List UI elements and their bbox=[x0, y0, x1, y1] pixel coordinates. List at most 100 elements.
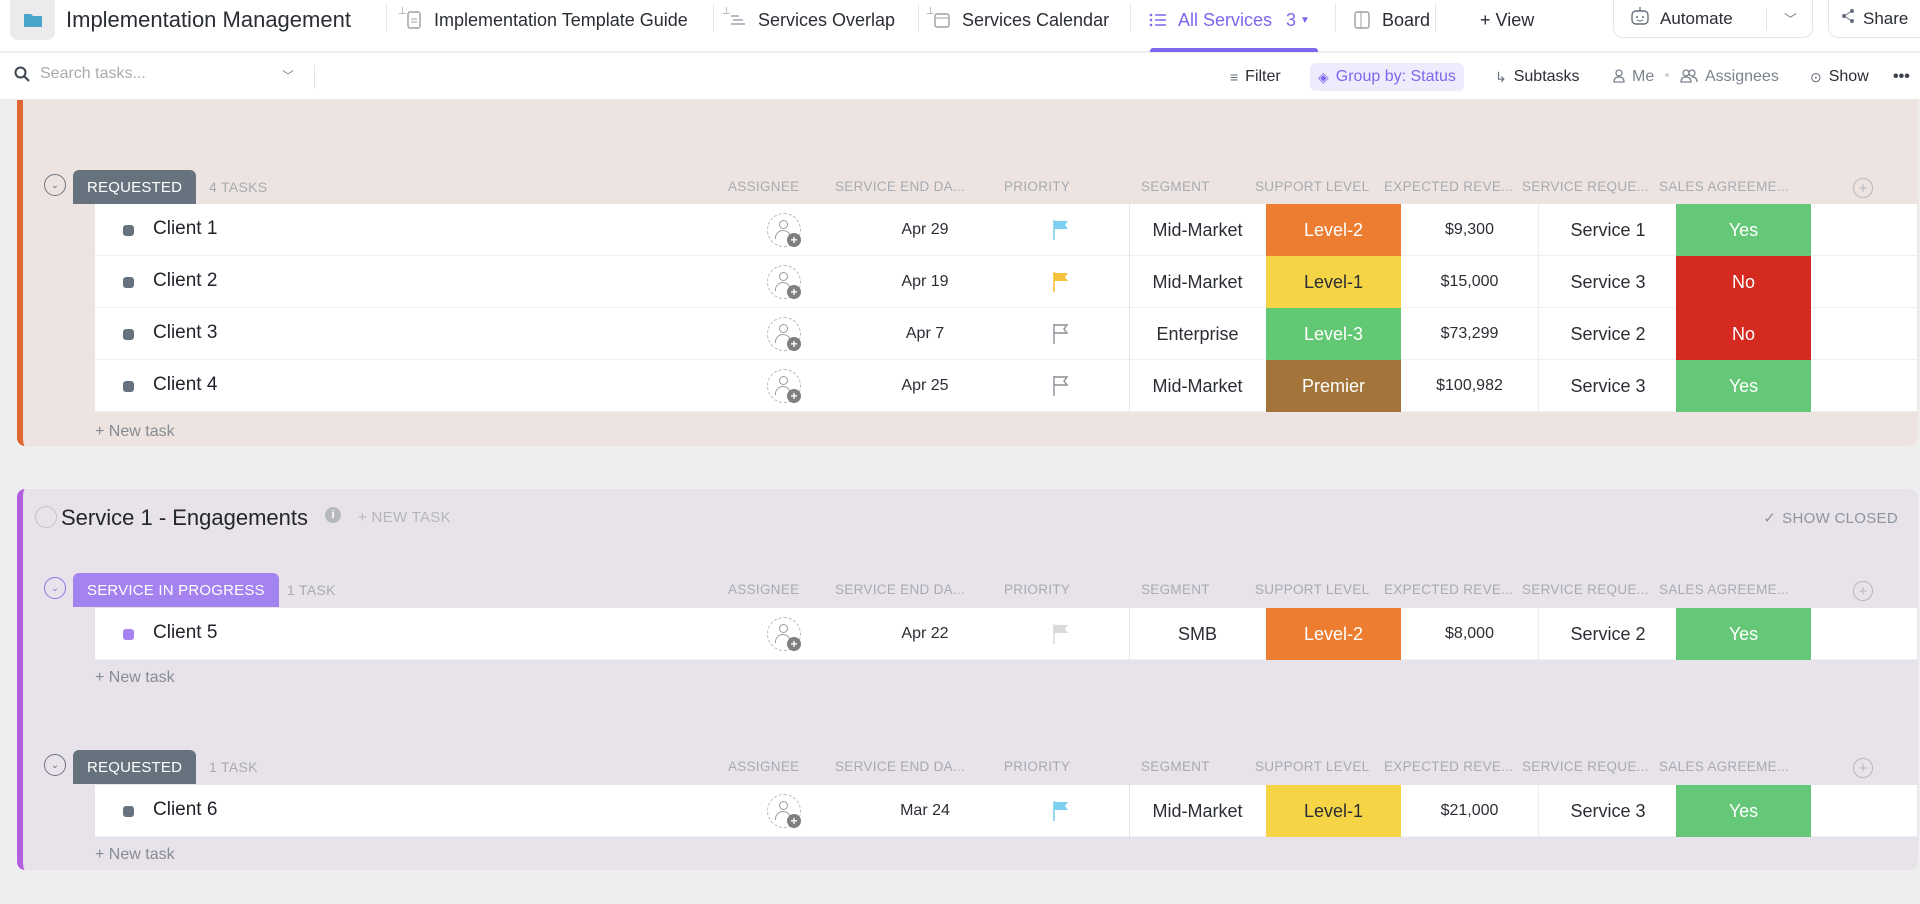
column-header-assignee[interactable]: ASSIGNEE bbox=[728, 759, 799, 774]
service-end-date[interactable]: Apr 25 bbox=[865, 377, 985, 395]
column-header-sales-agreement[interactable]: SALES AGREEME... bbox=[1659, 582, 1789, 597]
collapse-list-icon[interactable] bbox=[35, 506, 57, 528]
new-task-button[interactable]: + New task bbox=[95, 846, 175, 864]
support-level-cell[interactable]: Premier bbox=[1266, 360, 1401, 412]
search-options-chevron-icon[interactable]: ﹀ bbox=[282, 67, 294, 84]
segment-cell[interactable]: SMB bbox=[1129, 608, 1265, 660]
status-dot[interactable] bbox=[123, 381, 134, 392]
add-column-icon[interactable]: + bbox=[1853, 581, 1873, 601]
collapse-chevron-icon[interactable]: ⌄ bbox=[44, 174, 66, 196]
column-header-priority[interactable]: PRIORITY bbox=[1004, 582, 1070, 597]
collapse-chevron-icon[interactable]: ⌄ bbox=[44, 577, 66, 599]
add-assignee-icon[interactable]: + bbox=[767, 213, 801, 247]
column-header-service-requested[interactable]: SERVICE REQUE... bbox=[1522, 759, 1649, 774]
priority-flag-icon[interactable] bbox=[1051, 374, 1071, 398]
sales-agreement-cell[interactable]: Yes bbox=[1676, 204, 1811, 256]
sales-agreement-cell[interactable]: Yes bbox=[1676, 608, 1811, 660]
column-header-service-requested[interactable]: SERVICE REQUE... bbox=[1522, 179, 1649, 194]
priority-flag-icon[interactable] bbox=[1051, 322, 1071, 346]
new-task-button[interactable]: + New task bbox=[95, 669, 175, 687]
tab-services-calendar[interactable]: ⊥ Services Calendar bbox=[926, 0, 1109, 40]
expected-revenue-cell[interactable]: $100,982 bbox=[1401, 360, 1539, 412]
task-row[interactable]: Client 5 + Apr 22 SMB Level-2 $8,000 Service 2… bbox=[95, 608, 1917, 660]
column-header-priority[interactable]: PRIORITY bbox=[1004, 179, 1070, 194]
column-header-segment[interactable]: SEGMENT bbox=[1141, 179, 1210, 194]
search-input[interactable] bbox=[40, 65, 280, 83]
more-options-button[interactable]: ••• bbox=[1893, 63, 1910, 91]
sales-agreement-cell[interactable]: No bbox=[1676, 308, 1811, 360]
priority-flag-icon[interactable] bbox=[1051, 270, 1071, 294]
column-header-sales-agreement[interactable]: SALES AGREEME... bbox=[1659, 759, 1789, 774]
segment-cell[interactable]: Mid-Market bbox=[1129, 360, 1265, 412]
tab-services-overlap[interactable]: ⊥ Services Overlap bbox=[722, 0, 895, 40]
column-header-expected-revenue[interactable]: EXPECTED REVE... bbox=[1384, 582, 1513, 597]
support-level-cell[interactable]: Level-3 bbox=[1266, 308, 1401, 360]
column-header-priority[interactable]: PRIORITY bbox=[1004, 759, 1070, 774]
expected-revenue-cell[interactable]: $21,000 bbox=[1401, 785, 1539, 837]
group-by-button[interactable]: ◈ Group by: Status bbox=[1310, 63, 1464, 91]
tab-all-services[interactable]: All Services 3 ▼ bbox=[1148, 0, 1310, 40]
task-name[interactable]: Client 2 bbox=[153, 270, 217, 292]
task-name[interactable]: Client 4 bbox=[153, 374, 217, 396]
tab-board[interactable]: Board bbox=[1352, 0, 1430, 40]
column-header-assignee[interactable]: ASSIGNEE bbox=[728, 582, 799, 597]
priority-flag-icon[interactable] bbox=[1051, 799, 1071, 823]
task-row[interactable]: Client 4 + Apr 25 Mid-Market Premier $100,982… bbox=[95, 360, 1917, 412]
tab-implementation-template-guide[interactable]: ⊥ Implementation Template Guide bbox=[398, 0, 688, 40]
service-requested-cell[interactable]: Service 3 bbox=[1540, 785, 1676, 837]
chevron-down-icon[interactable]: ﹀ bbox=[1784, 9, 1797, 28]
column-header-expected-revenue[interactable]: EXPECTED REVE... bbox=[1384, 179, 1513, 194]
support-level-cell[interactable]: Level-1 bbox=[1266, 785, 1401, 837]
column-header-service-requested[interactable]: SERVICE REQUE... bbox=[1522, 582, 1649, 597]
new-task-button[interactable]: + New task bbox=[95, 423, 175, 441]
column-header-support-level[interactable]: SUPPORT LEVEL bbox=[1255, 759, 1369, 774]
new-task-header-button[interactable]: + NEW TASK bbox=[358, 509, 451, 526]
support-level-cell[interactable]: Level-1 bbox=[1266, 256, 1401, 308]
add-view-button[interactable]: + View bbox=[1480, 0, 1534, 40]
status-dot[interactable] bbox=[123, 629, 134, 640]
service-end-date[interactable]: Apr 7 bbox=[865, 325, 985, 343]
priority-flag-icon[interactable] bbox=[1051, 218, 1071, 242]
service-requested-cell[interactable]: Service 2 bbox=[1540, 608, 1676, 660]
task-row[interactable]: Client 2 + Apr 19 Mid-Market Level-1 $15,000 S… bbox=[95, 256, 1917, 308]
segment-cell[interactable]: Mid-Market bbox=[1129, 785, 1265, 837]
segment-cell[interactable]: Mid-Market bbox=[1129, 256, 1265, 308]
automate-button[interactable]: Automate ﹀ bbox=[1613, 0, 1813, 38]
add-assignee-icon[interactable]: + bbox=[767, 317, 801, 351]
task-name[interactable]: Client 5 bbox=[153, 622, 217, 644]
service-requested-cell[interactable]: Service 1 bbox=[1540, 204, 1676, 256]
column-header-support-level[interactable]: SUPPORT LEVEL bbox=[1255, 582, 1369, 597]
task-name[interactable]: Client 1 bbox=[153, 218, 217, 240]
task-row[interactable]: Client 1 + Apr 29 Mid-Market Level-2 $9,300 Se… bbox=[95, 204, 1917, 256]
add-assignee-icon[interactable]: + bbox=[767, 265, 801, 299]
column-header-assignee[interactable]: ASSIGNEE bbox=[728, 179, 799, 194]
add-assignee-icon[interactable]: + bbox=[767, 617, 801, 651]
share-button[interactable]: Share bbox=[1828, 0, 1920, 38]
add-assignee-icon[interactable]: + bbox=[767, 794, 801, 828]
column-header-end-date[interactable]: SERVICE END DA... bbox=[835, 759, 965, 774]
add-assignee-icon[interactable]: + bbox=[767, 369, 801, 403]
task-row[interactable]: Client 6 + Mar 24 Mid-Market Level-1 $21,000 S… bbox=[95, 785, 1917, 837]
assignees-button[interactable]: Assignees bbox=[1680, 63, 1779, 91]
service-end-date[interactable]: Apr 29 bbox=[865, 221, 985, 239]
support-level-cell[interactable]: Level-2 bbox=[1266, 204, 1401, 256]
expected-revenue-cell[interactable]: $73,299 bbox=[1401, 308, 1539, 360]
status-dot[interactable] bbox=[123, 806, 134, 817]
service-end-date[interactable]: Apr 19 bbox=[865, 273, 985, 291]
add-column-icon[interactable]: + bbox=[1853, 758, 1873, 778]
space-folder-button[interactable] bbox=[10, 0, 55, 40]
filter-button[interactable]: ≡ Filter bbox=[1230, 63, 1281, 91]
me-filter-button[interactable]: Me bbox=[1613, 63, 1654, 91]
priority-flag-icon[interactable] bbox=[1051, 622, 1071, 646]
status-dot[interactable] bbox=[123, 225, 134, 236]
sales-agreement-cell[interactable]: Yes bbox=[1676, 785, 1811, 837]
status-dot[interactable] bbox=[123, 329, 134, 340]
segment-cell[interactable]: Enterprise bbox=[1129, 308, 1265, 360]
add-column-icon[interactable]: + bbox=[1853, 178, 1873, 198]
show-button[interactable]: ⊙ Show bbox=[1810, 63, 1869, 91]
service-end-date[interactable]: Mar 24 bbox=[865, 802, 985, 820]
show-closed-button[interactable]: ✓ SHOW CLOSED bbox=[1763, 509, 1898, 527]
task-name[interactable]: Client 3 bbox=[153, 322, 217, 344]
subtasks-button[interactable]: ↳ Subtasks bbox=[1495, 63, 1580, 91]
column-header-end-date[interactable]: SERVICE END DA... bbox=[835, 179, 965, 194]
